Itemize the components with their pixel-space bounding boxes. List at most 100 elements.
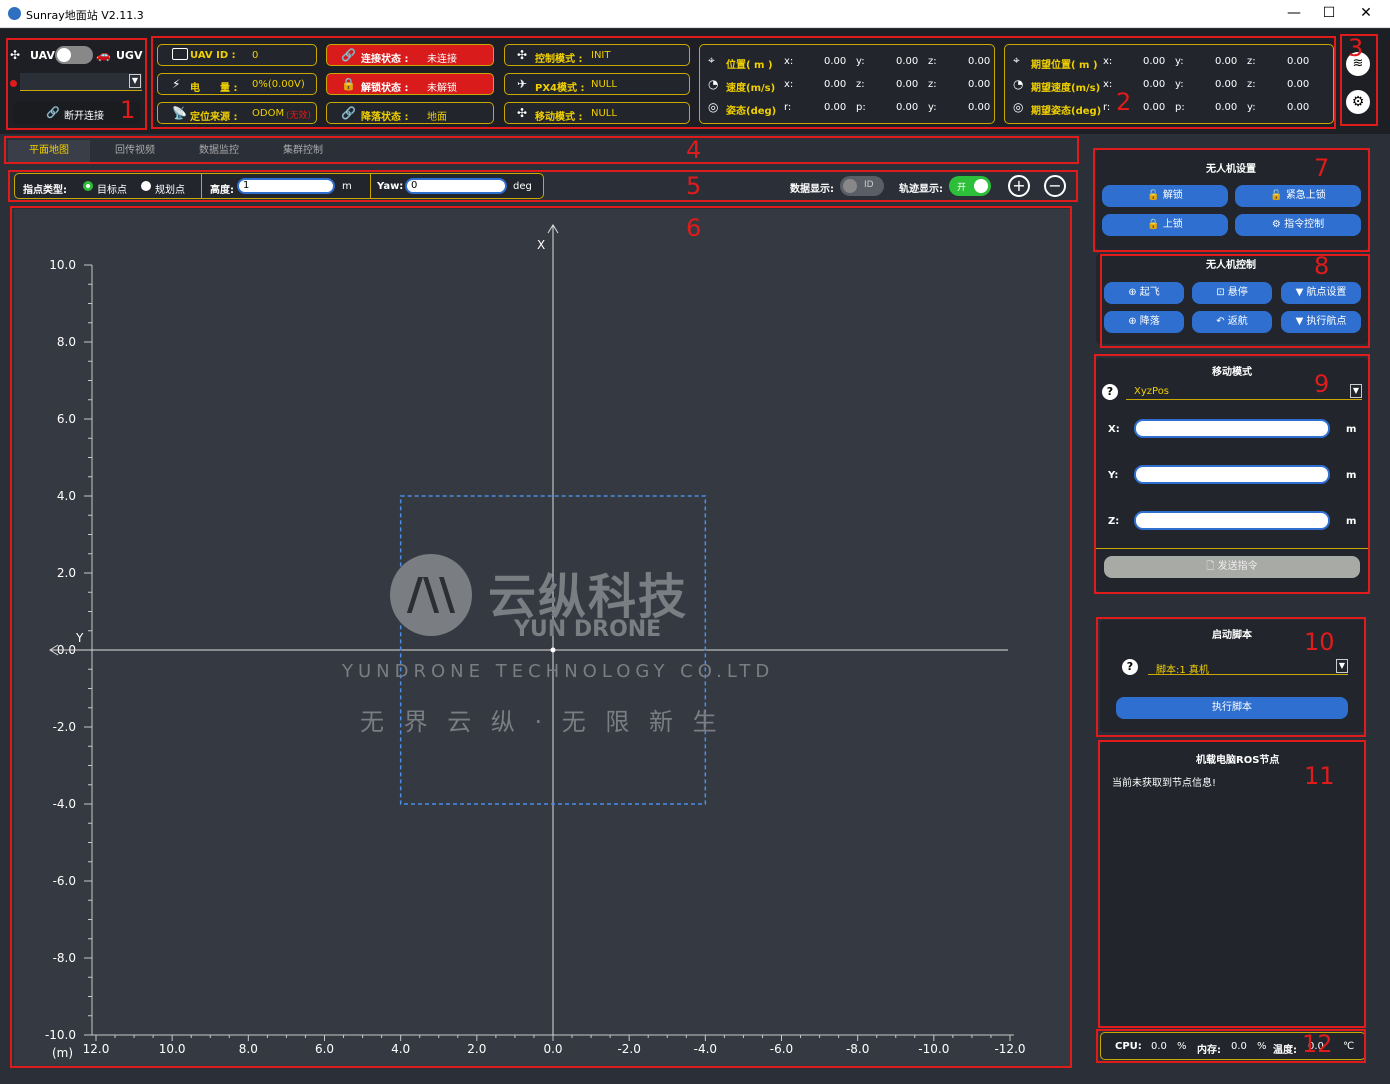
x-input[interactable]: [1134, 419, 1330, 438]
axis-label: r:: [1103, 102, 1111, 113]
battery-box: ⚡ 电 量 : 0%(0.00V): [157, 73, 317, 95]
chevron-down-icon: ▼: [129, 74, 141, 88]
send-command-label: 发送指令: [1217, 561, 1258, 572]
datt-label: 期望姿态(deg): [1031, 106, 1102, 117]
car-icon: 🚗: [96, 48, 111, 62]
height-input[interactable]: 1: [237, 178, 335, 194]
state-box: ⌖ 位置( m ) ◔ 速度(m/s) ◎ 姿态(deg) x: 0.00 y: 0.…: [699, 44, 995, 124]
help-icon[interactable]: ?: [1122, 659, 1138, 675]
watermark-slogan: 无 界 云 纵 · 无 限 新 生: [360, 708, 723, 736]
app-logo-icon: [8, 7, 21, 20]
maximize-button[interactable]: ☐: [1311, 2, 1347, 24]
conn-label: 连接状态 :: [361, 54, 409, 65]
lock-icon: 🔒: [341, 77, 356, 91]
unlock-label: 解锁状态 :: [361, 83, 409, 94]
map-view[interactable]: 10.0 8.0 6.0 4.0 2.0 0.0 -2.0 -4.0 -6.0 -8.0 -10.0…: [14, 209, 1070, 1067]
x-tick-label: -8.0: [846, 1042, 869, 1056]
axis-label: z:: [928, 56, 937, 67]
axis-label: x:: [1103, 56, 1113, 67]
center-y-label: Y: [75, 631, 84, 645]
power-icon: ⚡: [172, 77, 181, 91]
track-show-toggle[interactable]: 开: [949, 176, 991, 196]
minimize-button[interactable]: —: [1276, 2, 1312, 24]
x-tick-label: 6.0: [315, 1042, 334, 1056]
drone-icon: ✣: [517, 106, 528, 120]
speedometer-icon: ◔: [1013, 77, 1024, 91]
state-value: 0.00: [824, 79, 847, 90]
lock-button-label: 上锁: [1162, 219, 1183, 230]
tab-video[interactable]: 回传视频: [94, 140, 176, 162]
waypoint-set-button[interactable]: ▼ 航点设置: [1281, 282, 1361, 304]
state-value: 0.00: [1215, 79, 1238, 90]
point-toolbar: 指点类型: 目标点 规划点 高度: 1 m Yaw: 0 deg: [14, 173, 544, 199]
land-icon: ⊕: [1128, 316, 1140, 327]
command-control-button[interactable]: ⚙ 指令控制: [1235, 214, 1361, 236]
move-mode-box: ✣ 移动模式 : NULL: [504, 102, 690, 124]
send-command-button[interactable]: 🗋 发送指令: [1104, 556, 1360, 578]
waypoint-icon: ▼: [1295, 316, 1307, 327]
center-x-label: X: [537, 238, 545, 252]
annotation-number-11: 11: [1304, 762, 1335, 790]
takeoff-button[interactable]: ⊕ 起飞: [1104, 282, 1184, 304]
state-value: 0.00: [968, 79, 991, 90]
hover-button[interactable]: ⊡ 悬停: [1192, 282, 1272, 304]
waypoint-exec-button[interactable]: ▼ 执行航点: [1281, 311, 1361, 333]
point-type-label: 指点类型:: [23, 185, 67, 196]
drone-icon: ✣: [10, 48, 21, 62]
run-script-button[interactable]: 执行脚本: [1116, 697, 1348, 719]
move-value: NULL: [591, 108, 617, 119]
mem-unit: %: [1257, 1041, 1267, 1052]
unlock-state-box: 🔒 解锁状态 : 未解锁: [326, 73, 494, 95]
x-tick-label: 10.0: [159, 1042, 186, 1056]
target-radio[interactable]: [83, 181, 93, 191]
close-button[interactable]: ✕: [1348, 2, 1384, 24]
locsrc-label: 定位来源 :: [190, 112, 238, 123]
watermark-en: YUN DRONE: [514, 617, 662, 642]
return-icon: ↶: [1216, 316, 1228, 327]
land-button[interactable]: ⊕ 降落: [1104, 311, 1184, 333]
land-state-box: 🔗 降落状态 : 地面: [326, 102, 494, 124]
vel-label: 速度(m/s): [726, 83, 776, 94]
help-icon[interactable]: ?: [1102, 384, 1118, 400]
tab-data[interactable]: 数据监控: [178, 140, 260, 162]
settings-gear-icon[interactable]: ⚙: [1346, 90, 1370, 114]
desired-state-box: ⌖ 期望位置( m ) ◔ 期望速度(m/s) ◎ 期望姿态(deg) x: 0.…: [1004, 44, 1334, 124]
return-button[interactable]: ↶ 返航: [1192, 311, 1272, 333]
plan-radio[interactable]: [141, 181, 151, 191]
data-show-toggle[interactable]: ID: [840, 176, 884, 196]
axis-label: z:: [856, 79, 865, 90]
z-input[interactable]: [1134, 511, 1330, 530]
uav-ugv-toggle[interactable]: [55, 46, 93, 64]
unlock-icon: 🔓: [1147, 190, 1163, 201]
y-tick-label: 10.0: [49, 258, 76, 272]
script-select[interactable]: 脚本:1 真机 ▼: [1148, 659, 1348, 676]
annotation-number-7: 7: [1314, 154, 1330, 182]
waypoint-exec-label: 执行航点: [1306, 316, 1347, 327]
lock-button[interactable]: 🔒 上锁: [1102, 214, 1228, 236]
emergency-lock-button[interactable]: 🔓 紧急上锁: [1235, 185, 1361, 207]
hover-icon: ⊡: [1216, 287, 1228, 298]
yaw-input[interactable]: 0: [405, 178, 507, 194]
hover-label: 悬停: [1227, 287, 1248, 298]
tab-map[interactable]: 平面地图: [8, 140, 90, 162]
unlock-icon: 🔓: [1270, 190, 1286, 201]
state-value: 0.00: [968, 56, 991, 67]
tab-swarm[interactable]: 集群控制: [262, 140, 344, 162]
y-input[interactable]: [1134, 465, 1330, 484]
y-tick-label: -2.0: [53, 720, 76, 734]
target-icon: ⌖: [1013, 53, 1020, 67]
y-tick-label: -4.0: [53, 797, 76, 811]
device-select[interactable]: ▼: [20, 73, 142, 91]
zoom-out-button[interactable]: −: [1044, 175, 1066, 197]
divider: [201, 174, 202, 198]
zoom-in-button[interactable]: +: [1008, 175, 1030, 197]
unlock-button[interactable]: 🔓 解锁: [1102, 185, 1228, 207]
state-value: 0.00: [824, 56, 847, 67]
cpu-unit: %: [1177, 1041, 1187, 1052]
att-label: 姿态(deg): [726, 106, 777, 117]
px4-value: NULL: [591, 79, 617, 90]
ctrl-label: 控制模式 :: [535, 54, 583, 65]
move-label: 移动模式 :: [535, 112, 583, 123]
y-tick-label: -10.0: [45, 1028, 76, 1042]
move-mode-value: XyzPos: [1134, 386, 1170, 397]
